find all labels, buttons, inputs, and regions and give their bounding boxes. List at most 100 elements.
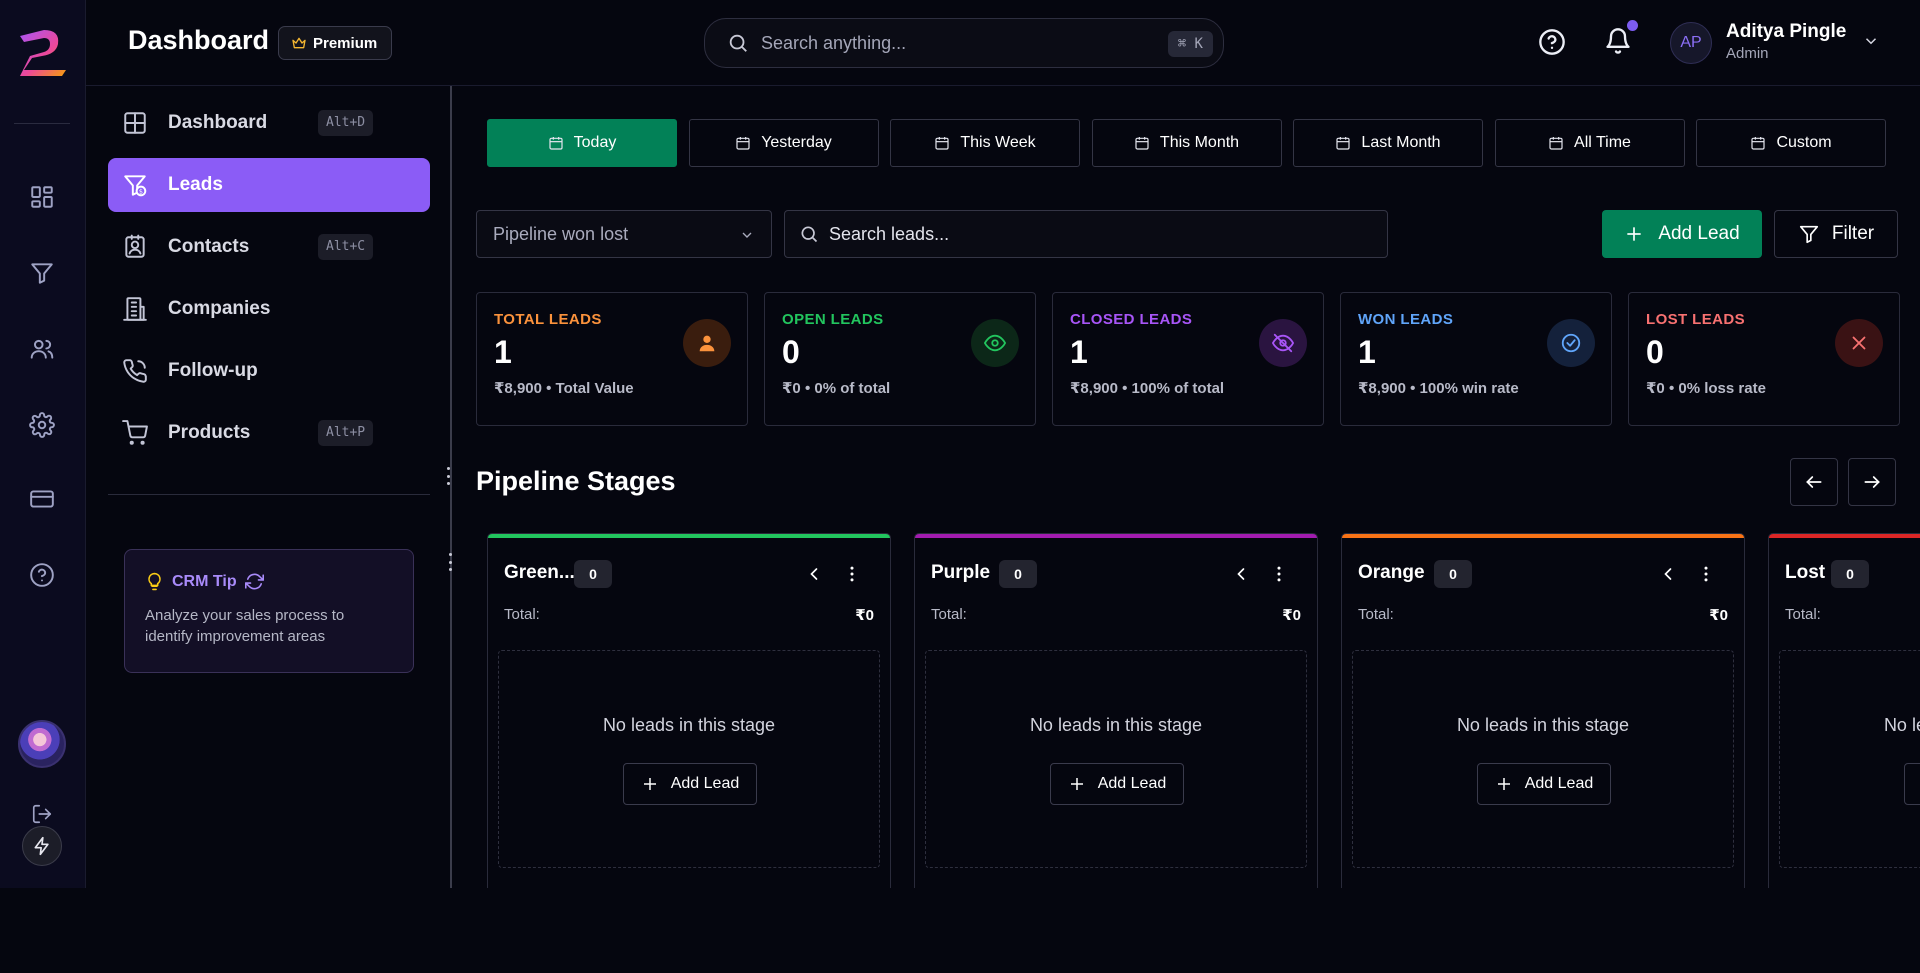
shortcut-badge: Alt+P — [318, 420, 374, 446]
sidebar-item-follow-up[interactable]: Follow-up — [108, 344, 430, 398]
stage-add-lead-button[interactable]: Add Lead — [623, 763, 757, 805]
eye-icon — [971, 319, 1019, 367]
premium-badge[interactable]: Premium — [278, 26, 393, 60]
stage-add-lead-label: Add Lead — [670, 775, 740, 792]
phone-icon — [122, 358, 148, 384]
stage-drop-zone[interactable]: No leads in this stage Add Lead — [498, 650, 880, 868]
sidebar-collapse-handle[interactable] — [446, 553, 454, 571]
stage-menu-button[interactable] — [842, 564, 862, 584]
chevron-left-icon — [1664, 568, 1672, 580]
date-filter-custom[interactable]: Custom — [1696, 119, 1886, 167]
date-filter-label: Today — [573, 134, 617, 151]
sidebar: Dashboard Alt+D $ Leads Contacts Alt+C C… — [86, 86, 452, 888]
stage-name: Purple — [931, 562, 991, 583]
user-avatar-image[interactable] — [18, 720, 66, 768]
icon-rail — [0, 0, 86, 888]
stage-add-lead-button[interactable]: Add Lead — [1477, 763, 1611, 805]
sidebar-item-products[interactable]: Products Alt+P — [108, 406, 430, 460]
calendar-icon — [935, 137, 949, 150]
stage-menu-button[interactable] — [1696, 564, 1716, 584]
empty-stage-text: No leads in this stage — [1029, 715, 1203, 735]
stage-drop-zone[interactable]: No leads in this stage Add Lead — [1352, 650, 1734, 868]
stage-color-bar — [1342, 534, 1744, 538]
contact-card-icon — [122, 234, 148, 260]
user-menu-toggle[interactable] — [1862, 32, 1882, 52]
date-filter-today[interactable]: Today — [487, 119, 677, 167]
app-logo[interactable] — [14, 26, 72, 78]
leads-funnel-icon: $ — [122, 172, 148, 198]
empty-stage-text: No leads in this stage — [1883, 715, 1920, 735]
pipeline-select[interactable]: Pipeline won lost — [476, 210, 772, 258]
top-header: Dashboard Premium Search anything... ⌘ K… — [86, 0, 1920, 86]
stage-add-lead-button[interactable]: Add Lead — [1904, 763, 1920, 805]
help-button[interactable] — [1538, 28, 1570, 60]
stage-add-lead-button[interactable]: Add Lead — [1050, 763, 1184, 805]
stage-color-bar — [488, 534, 890, 538]
stage-menu-button[interactable] — [1269, 564, 1289, 584]
chevron-left-icon — [810, 568, 818, 580]
premium-label: Premium — [313, 34, 378, 52]
calendar-icon — [1549, 137, 1563, 150]
stage-collapse-button[interactable] — [1231, 564, 1251, 584]
lightbulb-icon — [148, 572, 161, 591]
date-filter-label: This Month — [1159, 134, 1240, 151]
funnel-icon[interactable] — [25, 256, 59, 290]
date-filter-this-week[interactable]: This Week — [890, 119, 1080, 167]
credit-card-icon[interactable] — [25, 482, 59, 516]
pipeline-stage-column: Purple 0 Total: ₹0 No leads in this stage Add… — [914, 533, 1318, 888]
sidebar-item-label: Dashboard — [168, 112, 268, 133]
page-bottom-area — [0, 888, 1920, 973]
global-search-input[interactable]: Search anything... ⌘ K — [704, 18, 1224, 68]
lead-search-input[interactable]: Search leads... — [784, 210, 1388, 258]
user-avatar[interactable]: AP — [1670, 22, 1712, 64]
stage-count-badge: 0 — [574, 560, 612, 588]
scroll-right-button[interactable] — [1848, 458, 1896, 506]
dashboard-icon[interactable] — [25, 180, 59, 214]
stage-total-label: Total: — [1785, 606, 1821, 623]
stage-collapse-button[interactable] — [804, 564, 824, 584]
sidebar-item-leads[interactable]: $ Leads — [108, 158, 430, 212]
plus-icon — [1497, 778, 1510, 790]
date-filter-yesterday[interactable]: Yesterday — [688, 119, 879, 167]
stage-drop-zone[interactable]: No leads in this stage Add Lead — [925, 650, 1307, 868]
sidebar-item-label: Products — [168, 422, 251, 443]
plus-icon — [643, 778, 656, 790]
stat-card-won-leads: WON LEADS 1 ₹8,900 • 100% win rate — [1340, 292, 1612, 426]
search-shortcut-badge: ⌘ K — [1167, 31, 1213, 57]
users-icon[interactable] — [25, 332, 59, 366]
stage-add-lead-label: Add Lead — [1097, 775, 1167, 792]
stat-subtext: ₹8,900 • Total Value — [494, 380, 634, 397]
filter-button[interactable]: Filter — [1774, 210, 1898, 258]
scroll-left-button[interactable] — [1790, 458, 1838, 506]
quick-action-icon[interactable] — [22, 826, 62, 866]
svg-text:$: $ — [139, 187, 143, 195]
stage-name: Lost — [1785, 562, 1826, 583]
plus-icon — [1627, 227, 1641, 241]
search-icon — [729, 34, 747, 52]
calendar-icon — [549, 137, 563, 150]
add-lead-button[interactable]: Add Lead — [1602, 210, 1762, 258]
date-filter-all-time[interactable]: All Time — [1494, 119, 1685, 167]
sidebar-item-companies[interactable]: Companies — [108, 282, 430, 336]
refresh-icon[interactable] — [244, 572, 264, 591]
bell-icon — [1606, 28, 1630, 54]
stage-collapse-button[interactable] — [1658, 564, 1678, 584]
more-vertical-icon — [1704, 566, 1708, 582]
gear-icon[interactable] — [25, 408, 59, 442]
sidebar-item-dashboard[interactable]: Dashboard Alt+D — [108, 96, 430, 150]
date-filter-this-month[interactable]: This Month — [1091, 119, 1282, 167]
date-filter-last-month[interactable]: Last Month — [1293, 119, 1483, 167]
chevron-down-icon — [742, 232, 752, 238]
help-icon[interactable] — [25, 558, 59, 592]
stat-subtext: ₹0 • 0% of total — [782, 380, 891, 397]
stage-drop-zone[interactable]: No leads in this stage Add Lead — [1779, 650, 1920, 868]
stage-color-bar — [1769, 534, 1920, 538]
pipeline-stage-column: Orange 0 Total: ₹0 No leads in this stage Add… — [1341, 533, 1745, 888]
building-icon — [122, 296, 148, 322]
date-filter-label: All Time — [1574, 134, 1631, 151]
arrow-right-icon — [1864, 476, 1880, 488]
sidebar-item-contacts[interactable]: Contacts Alt+C — [108, 220, 430, 274]
user-name[interactable]: Aditya Pingle — [1726, 21, 1846, 43]
notifications-button[interactable] — [1604, 20, 1638, 59]
sidebar-resize-handle[interactable] — [444, 467, 452, 485]
